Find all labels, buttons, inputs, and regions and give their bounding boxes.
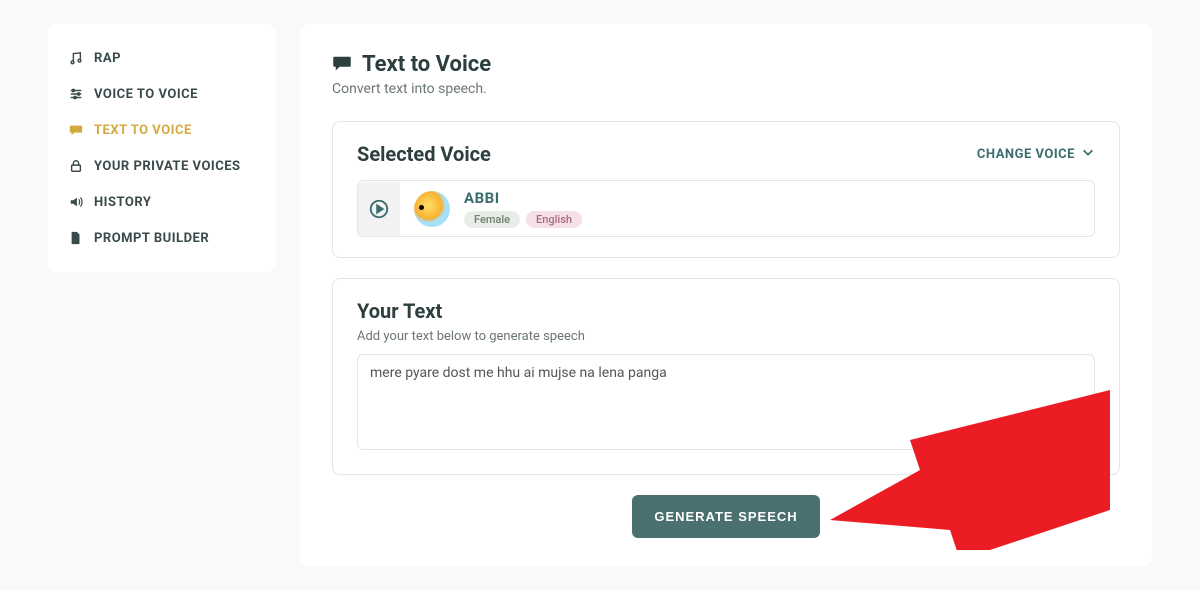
change-voice-label: CHANGE VOICE [977, 147, 1075, 162]
sidebar-item-label: YOUR PRIVATE VOICES [94, 159, 241, 174]
page-subtitle: Convert text into speech. [332, 81, 1120, 97]
lock-icon [68, 158, 84, 174]
avatar [414, 191, 450, 227]
sliders-icon [68, 86, 84, 102]
voice-row: ABBI Female English [357, 180, 1095, 237]
sidebar-item-label: TEXT TO VOICE [94, 123, 192, 138]
sidebar-item-label: HISTORY [94, 195, 151, 210]
your-text-card: Your Text Add your text below to generat… [332, 278, 1120, 475]
sidebar-item-voice-to-voice[interactable]: VOICE TO VOICE [48, 76, 276, 112]
sidebar-item-prompt-builder[interactable]: PROMPT BUILDER [48, 220, 276, 256]
music-icon [68, 50, 84, 66]
text-input[interactable] [357, 354, 1095, 450]
chat-icon [332, 53, 352, 77]
your-text-help: Add your text below to generate speech [357, 329, 1095, 344]
file-icon [68, 230, 84, 246]
chat-icon [68, 122, 84, 138]
sidebar-item-label: RAP [94, 51, 121, 66]
play-button[interactable] [358, 182, 400, 236]
sidebar-item-text-to-voice[interactable]: TEXT TO VOICE [48, 112, 276, 148]
voice-name: ABBI [464, 189, 582, 207]
sidebar-item-label: PROMPT BUILDER [94, 231, 209, 246]
sidebar: RAP VOICE TO VOICE TEXT TO VOICE YOUR PR… [48, 24, 276, 272]
generate-speech-button[interactable]: GENERATE SPEECH [632, 495, 819, 538]
sidebar-item-rap[interactable]: RAP [48, 40, 276, 76]
your-text-title: Your Text [357, 299, 1095, 323]
change-voice-button[interactable]: CHANGE VOICE [977, 145, 1095, 163]
selected-voice-title: Selected Voice [357, 142, 491, 166]
sidebar-item-private-voices[interactable]: YOUR PRIVATE VOICES [48, 148, 276, 184]
chevron-down-icon [1081, 145, 1095, 163]
sidebar-item-label: VOICE TO VOICE [94, 87, 198, 102]
tag-gender: Female [464, 211, 520, 228]
page-title: Text to Voice [362, 52, 491, 77]
volume-icon [68, 194, 84, 210]
tag-language: English [526, 211, 582, 228]
selected-voice-card: Selected Voice CHANGE VOICE ABBI Female [332, 121, 1120, 258]
sidebar-item-history[interactable]: HISTORY [48, 184, 276, 220]
main-panel: Text to Voice Convert text into speech. … [300, 24, 1152, 566]
